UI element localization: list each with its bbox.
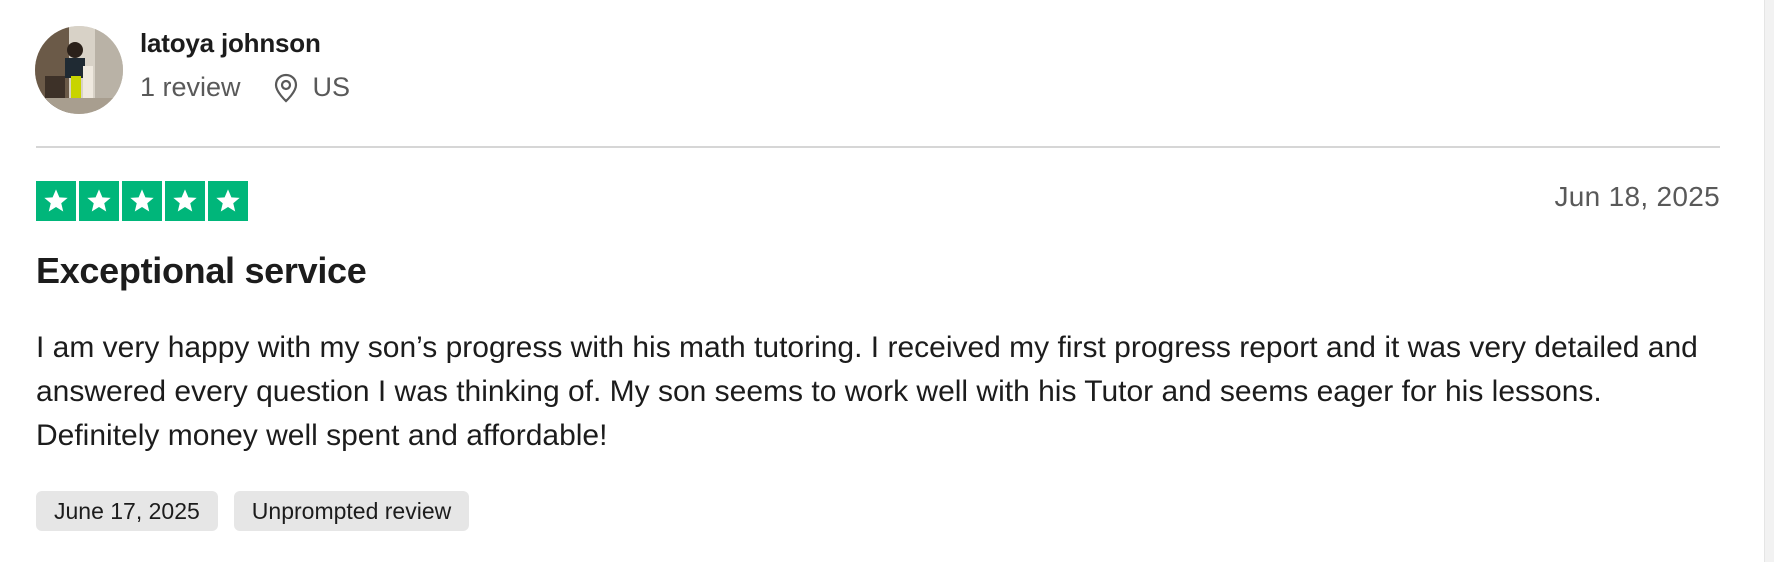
reviewer-name[interactable]: latoya johnson xyxy=(140,28,321,59)
review-count: 1 review xyxy=(140,72,241,102)
review-tags: June 17, 2025 Unprompted review xyxy=(36,491,470,531)
location-pin-icon xyxy=(273,73,299,103)
review-body: I am very happy with my son’s progress w… xyxy=(36,331,1698,452)
header-divider xyxy=(36,146,1720,148)
reviewer-meta: 1 review US xyxy=(140,72,350,103)
review-title[interactable]: Exceptional service xyxy=(36,250,367,292)
reviewer-country: US xyxy=(312,72,351,102)
review-card: latoya johnson 1 review US Jun 18, 2025 … xyxy=(0,0,1774,562)
star-rating xyxy=(36,181,248,221)
star-icon xyxy=(165,181,205,221)
experience-date-tag: June 17, 2025 xyxy=(36,491,218,531)
star-icon xyxy=(122,181,162,221)
review-date: Jun 18, 2025 xyxy=(1554,181,1720,212)
avatar-photo xyxy=(35,26,123,114)
star-icon xyxy=(36,181,76,221)
reviewer-avatar[interactable] xyxy=(35,26,123,114)
star-icon xyxy=(79,181,119,221)
scrollbar[interactable] xyxy=(1764,0,1774,562)
star-icon xyxy=(208,181,248,221)
unprompted-review-tag[interactable]: Unprompted review xyxy=(233,491,470,531)
